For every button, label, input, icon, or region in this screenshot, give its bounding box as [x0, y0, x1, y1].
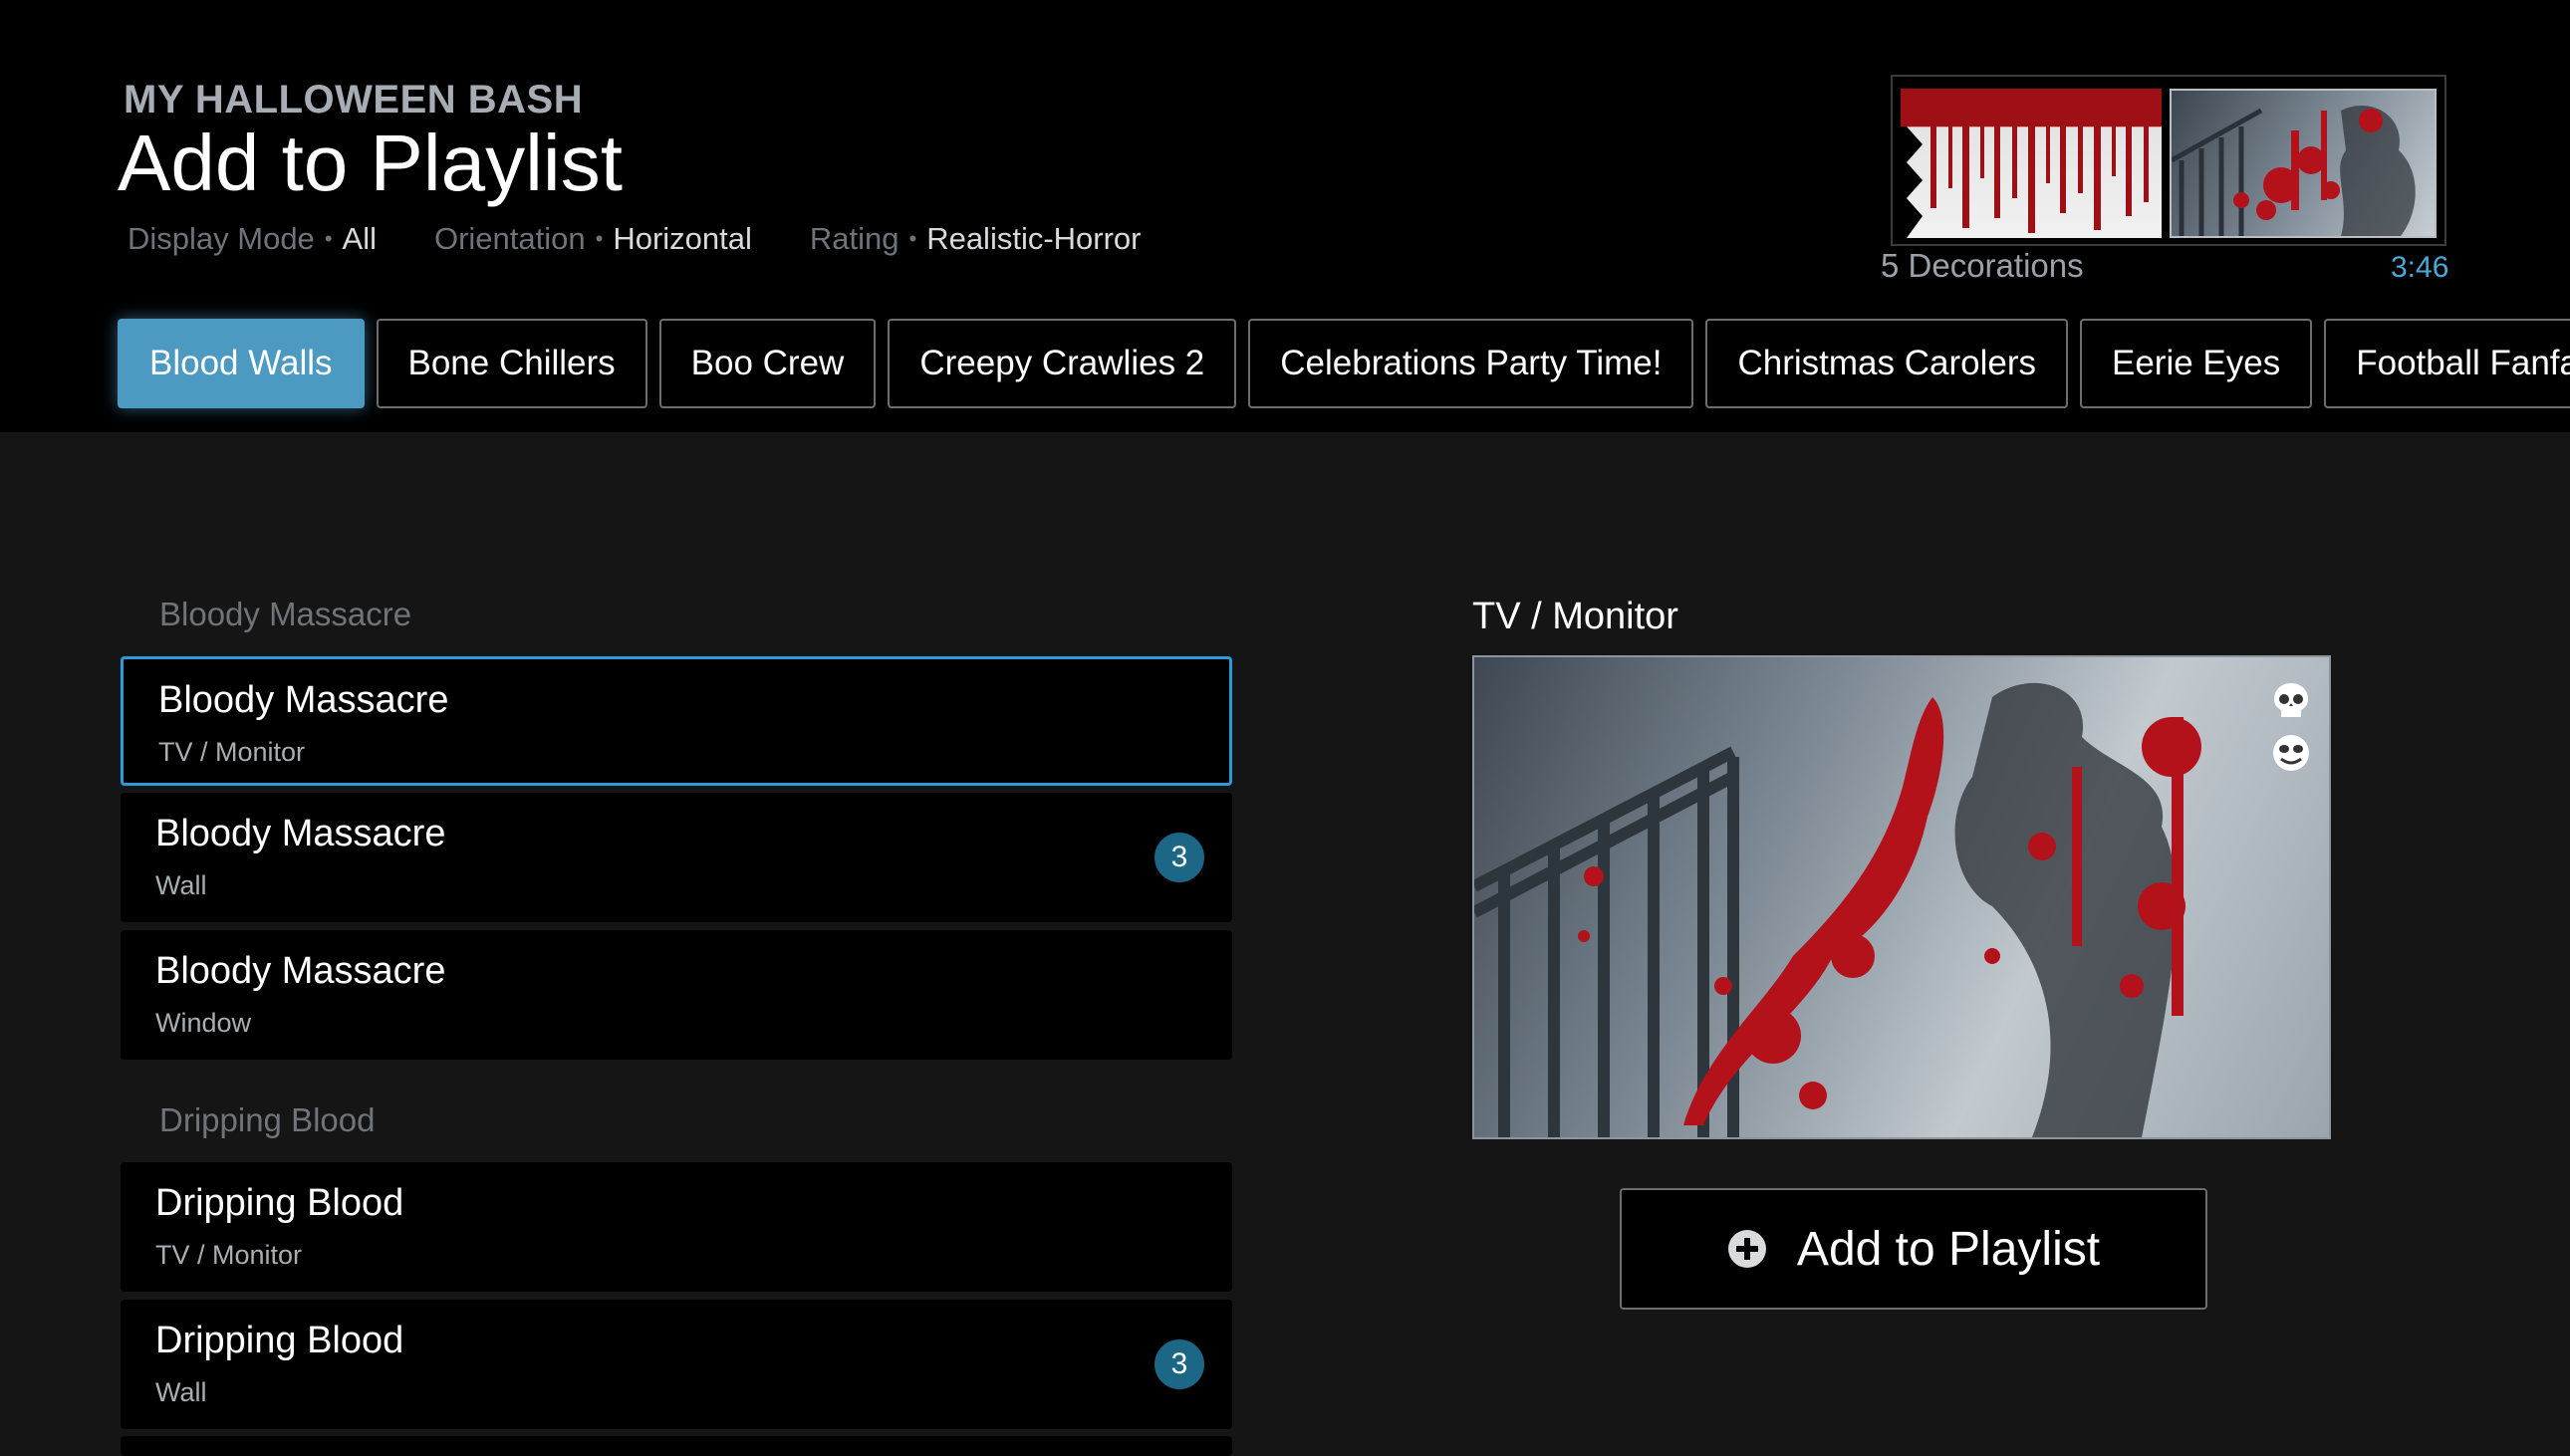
- header: MY HALLOWEEN BASH Add to Playlist Displa…: [0, 0, 2570, 432]
- decoration-count: 5 Decorations: [1881, 247, 2084, 284]
- filter-value: Realistic-Horror: [926, 221, 1142, 256]
- tab-creepy-crawlies-2[interactable]: Creepy Crawlies 2: [888, 319, 1237, 408]
- list-item[interactable]: Bloody Massacre TV / Monitor: [121, 656, 1232, 786]
- item-title: Dripping Blood: [155, 1320, 404, 1361]
- category-tabs: Blood Walls Bone Chillers Boo Crew Creep…: [118, 319, 2570, 408]
- filter-label: Display Mode: [128, 221, 315, 256]
- playlist-duration: 3:46: [2391, 251, 2449, 284]
- item-title: Dripping Blood: [155, 1182, 404, 1224]
- skull-icon: [2271, 681, 2311, 721]
- list-item[interactable]: Dripping Blood Wall 3: [121, 1300, 1232, 1429]
- item-title: Bloody Massacre: [158, 679, 449, 721]
- add-button-label: Add to Playlist: [1796, 1222, 2101, 1276]
- separator-dot: •: [595, 226, 604, 251]
- list-item[interactable]: Dripping Blood TV / Monitor: [121, 1162, 1232, 1292]
- bloody-massacre-thumbnail: [2170, 89, 2437, 238]
- item-subtitle: TV / Monitor: [158, 737, 306, 767]
- item-subtitle: Wall: [155, 870, 207, 900]
- tab-celebrations-party-time[interactable]: Celebrations Party Time!: [1248, 319, 1694, 408]
- filter-label: Rating: [809, 221, 900, 256]
- preview-title: TV / Monitor: [1472, 596, 1678, 637]
- filter-orientation[interactable]: Orientation • Horizontal: [434, 221, 752, 257]
- filter-value: Horizontal: [613, 221, 752, 256]
- section-header: Bloody Massacre: [159, 596, 412, 632]
- tab-football-fanfare[interactable]: Football Fanfa: [2324, 319, 2570, 408]
- item-subtitle: TV / Monitor: [155, 1240, 303, 1270]
- tab-bone-chillers[interactable]: Bone Chillers: [376, 319, 647, 408]
- filter-label: Orientation: [433, 221, 586, 256]
- tab-christmas-carolers[interactable]: Christmas Carolers: [1705, 319, 2068, 408]
- tab-boo-crew[interactable]: Boo Crew: [658, 319, 877, 408]
- filter-display-mode[interactable]: Display Mode • All: [128, 221, 377, 257]
- item-subtitle: Wall: [155, 1377, 207, 1407]
- section-header: Dripping Blood: [159, 1101, 376, 1138]
- tab-blood-walls[interactable]: Blood Walls: [118, 319, 365, 408]
- item-title: Bloody Massacre: [155, 950, 446, 992]
- mask-icon: [2271, 733, 2311, 773]
- list-item[interactable]: [121, 1436, 1232, 1456]
- playlist-thumbnails[interactable]: [1891, 75, 2446, 246]
- count-badge: 3: [1155, 833, 1204, 882]
- separator-dot: •: [908, 226, 917, 251]
- tab-eerie-eyes[interactable]: Eerie Eyes: [2079, 319, 2313, 408]
- list-item[interactable]: Bloody Massacre Window: [121, 930, 1232, 1060]
- count-badge: 3: [1155, 1339, 1204, 1389]
- project-name: MY HALLOWEEN BASH: [124, 78, 584, 121]
- dripping-blood-thumbnail: [1901, 89, 2162, 238]
- list-item[interactable]: Bloody Massacre Wall 3: [121, 793, 1232, 922]
- filter-rating[interactable]: Rating • Realistic-Horror: [810, 221, 1142, 257]
- plus-circle-icon: [1727, 1229, 1767, 1269]
- item-title: Bloody Massacre: [155, 813, 446, 854]
- filter-bar: Display Mode • All Orientation • Horizon…: [128, 217, 1199, 261]
- item-subtitle: Window: [155, 1008, 252, 1038]
- separator-dot: •: [324, 226, 333, 251]
- page-title: Add to Playlist: [118, 119, 623, 207]
- add-to-playlist-button[interactable]: Add to Playlist: [1620, 1188, 2207, 1310]
- filter-value: All: [342, 221, 377, 256]
- preview-image: [1472, 655, 2331, 1139]
